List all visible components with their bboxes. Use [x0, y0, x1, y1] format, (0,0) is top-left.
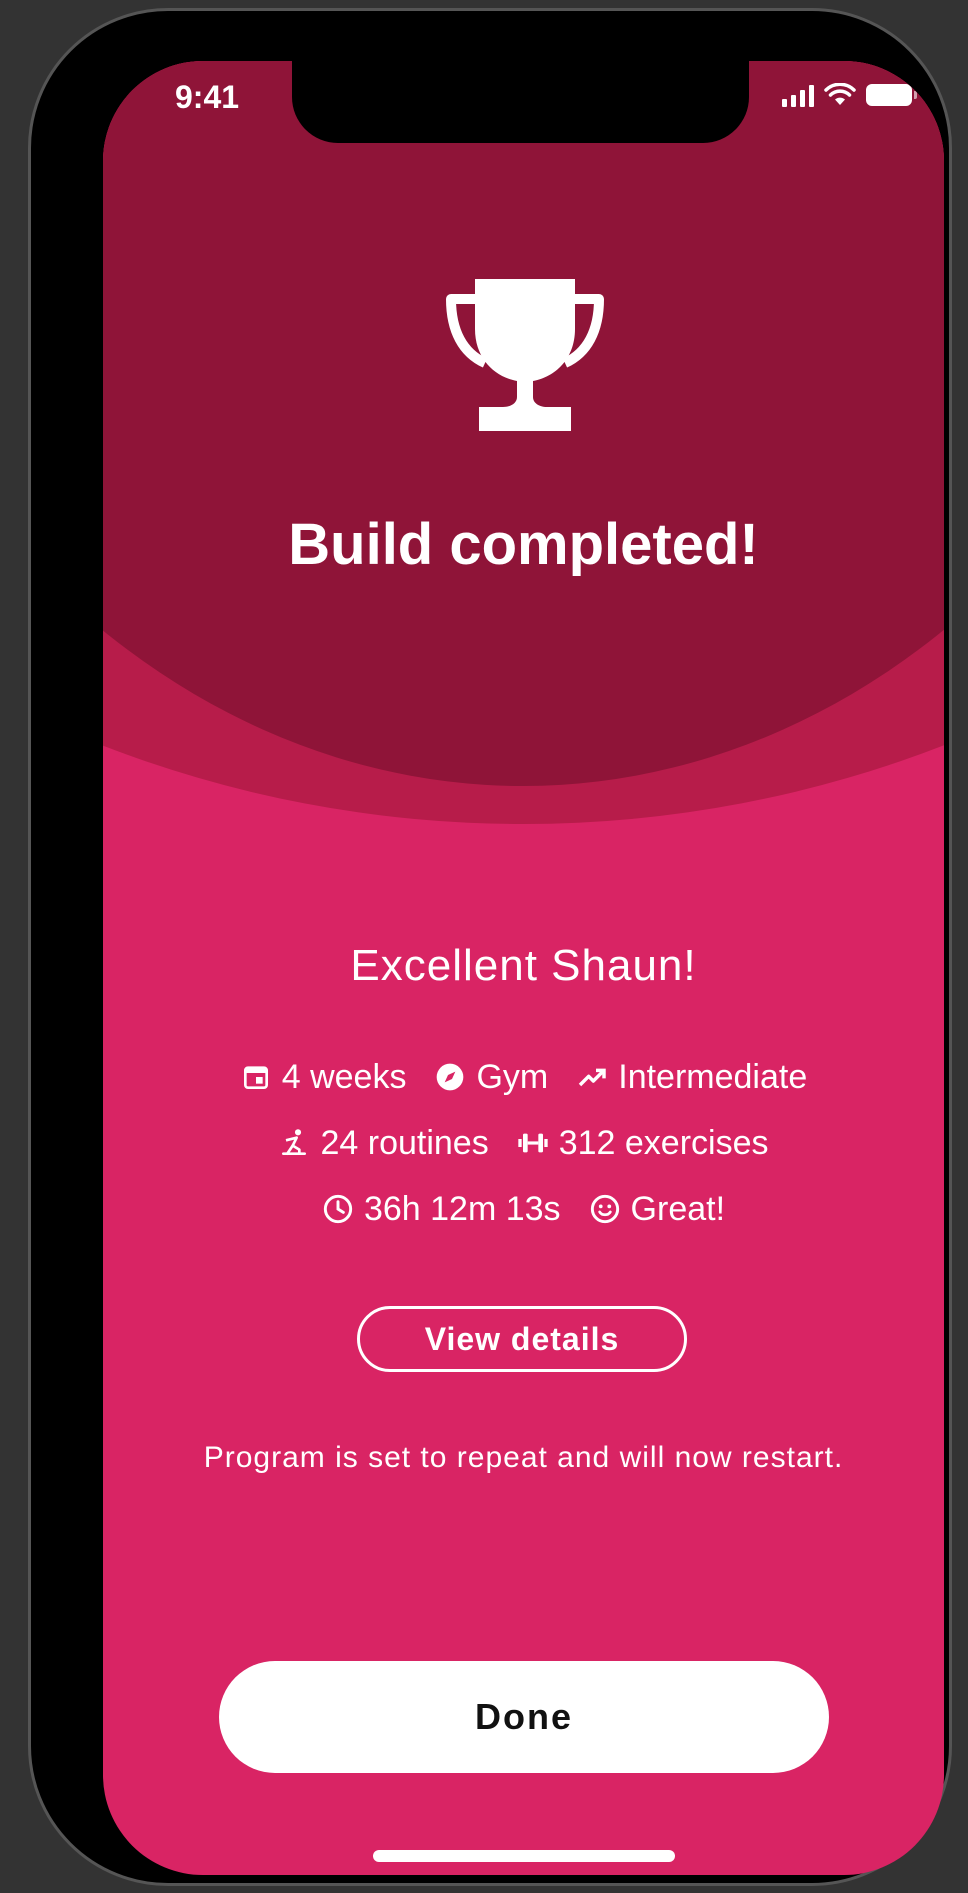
stat-mood-label: Great! — [630, 1189, 726, 1228]
calendar-icon — [243, 1066, 268, 1089]
done-button[interactable]: Done — [219, 1661, 829, 1773]
battery-icon — [866, 84, 917, 106]
stat-exercises: 312 exercises — [517, 1124, 769, 1163]
stat-time: 36h 12m 13s — [322, 1190, 561, 1229]
stat-row: 36h 12m 13s Great! — [103, 1188, 944, 1230]
smile-icon — [590, 1194, 619, 1224]
trending-up-icon — [579, 1068, 606, 1087]
dumbbell-icon — [518, 1133, 548, 1153]
stat-location-label: Gym — [476, 1057, 549, 1096]
stat-routines: 24 routines — [278, 1123, 489, 1163]
stat-routines-label: 24 routines — [320, 1123, 489, 1162]
stat-row: 24 routines 312 exercises — [103, 1122, 944, 1164]
status-time: 9:41 — [175, 79, 240, 115]
stat-row: 4 weeks Gym Intermediate — [103, 1056, 944, 1098]
repeat-note: Program is set to repeat and will now re… — [203, 1441, 844, 1474]
stat-duration: 4 weeks — [240, 1057, 407, 1097]
wifi-icon — [824, 83, 856, 105]
view-details-button[interactable]: View details — [357, 1306, 687, 1372]
stat-time-label: 36h 12m 13s — [363, 1189, 561, 1228]
clock-icon — [323, 1194, 353, 1224]
program-stats: 4 weeks Gym Intermediate 24 routines 312… — [103, 1056, 944, 1254]
home-indicator[interactable] — [373, 1850, 675, 1862]
stat-location: Gym — [434, 1058, 548, 1097]
trophy-icon — [446, 279, 604, 431]
phone-frame: 9:41 Build completed! Excellent Shaun! 4… — [28, 8, 952, 1886]
stat-duration-label: 4 weeks — [281, 1057, 407, 1096]
signal-icon — [782, 83, 814, 107]
compass-icon — [437, 1063, 464, 1091]
status-icons — [782, 83, 917, 107]
stat-level: Intermediate — [576, 1058, 807, 1097]
greeting-text: Excellent Shaun! — [350, 941, 697, 990]
stretch-icon — [282, 1129, 307, 1155]
app-screen: 9:41 Build completed! Excellent Shaun! 4… — [103, 61, 944, 1875]
stat-level-label: Intermediate — [618, 1057, 808, 1096]
page-title: Build completed! — [288, 512, 759, 577]
device-notch — [292, 61, 749, 143]
stat-mood: Great! — [589, 1190, 725, 1229]
stat-exercises-label: 312 exercises — [558, 1123, 769, 1162]
